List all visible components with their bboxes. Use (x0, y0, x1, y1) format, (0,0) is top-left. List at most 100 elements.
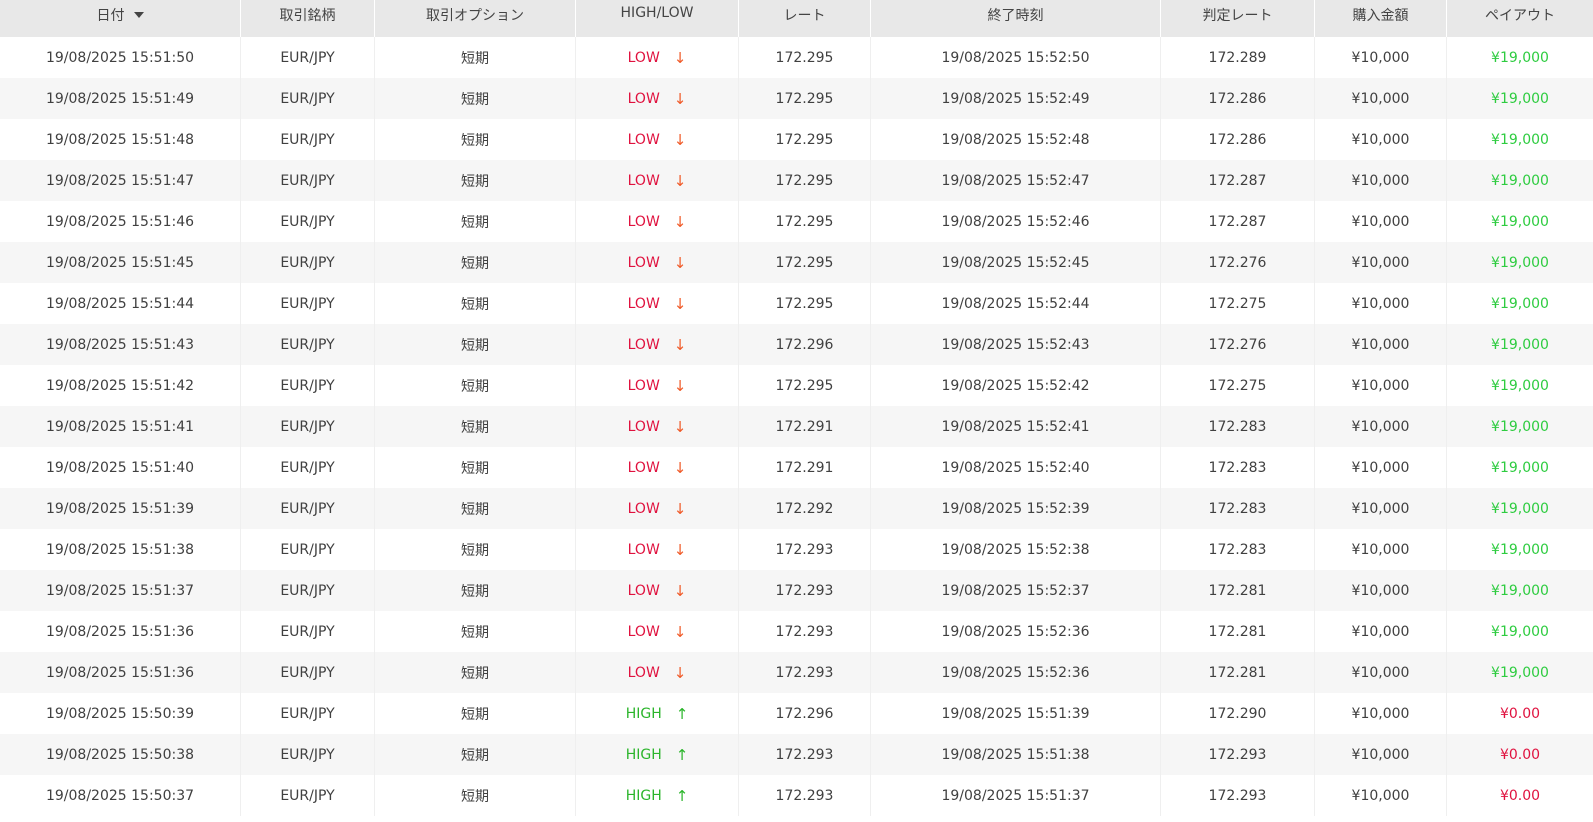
cell-symbol: EUR/JPY (241, 160, 375, 201)
cell-direction: LOW ↓ (576, 242, 739, 283)
direction-arrow-icon: ↓ (673, 622, 687, 641)
cell-option: 短期 (375, 570, 576, 611)
table-row[interactable]: 19/08/2025 15:51:43 EUR/JPY 短期 LOW ↓ 172… (0, 324, 1593, 365)
cell-payout: ¥19,000 (1491, 90, 1549, 107)
direction-indicator: LOW ↓ (628, 131, 687, 149)
cell-payout: ¥19,000 (1491, 131, 1549, 148)
direction-indicator: LOW ↓ (628, 664, 687, 682)
direction-arrow-icon: ↑ (675, 745, 689, 764)
column-header-date[interactable]: 日付 (0, 0, 241, 37)
cell-amount: ¥10,000 (1315, 78, 1447, 119)
direction-arrow-icon: ↓ (673, 458, 687, 477)
cell-date: 19/08/2025 15:51:36 (0, 652, 241, 693)
cell-amount: ¥10,000 (1315, 652, 1447, 693)
direction-arrow-icon: ↓ (673, 540, 687, 559)
cell-date: 19/08/2025 15:51:36 (0, 611, 241, 652)
table-row[interactable]: 19/08/2025 15:51:44 EUR/JPY 短期 LOW ↓ 172… (0, 283, 1593, 324)
cell-payout: ¥0.00 (1499, 787, 1541, 804)
cell-amount: ¥10,000 (1315, 488, 1447, 529)
cell-symbol: EUR/JPY (241, 611, 375, 652)
cell-end-time: 19/08/2025 15:52:50 (871, 37, 1161, 78)
direction-label: LOW (627, 131, 660, 148)
direction-label: LOW (627, 213, 660, 230)
cell-end-time: 19/08/2025 15:52:37 (871, 570, 1161, 611)
cell-option: 短期 (375, 775, 576, 816)
cell-end-time: 19/08/2025 15:52:36 (871, 611, 1161, 652)
column-header-option: 取引オプション (375, 0, 576, 37)
cell-end-time: 19/08/2025 15:52:46 (871, 201, 1161, 242)
cell-rate: 172.295 (739, 160, 871, 201)
cell-date: 19/08/2025 15:51:37 (0, 570, 241, 611)
cell-amount: ¥10,000 (1315, 242, 1447, 283)
table-row[interactable]: 19/08/2025 15:51:42 EUR/JPY 短期 LOW ↓ 172… (0, 365, 1593, 406)
table-row[interactable]: 19/08/2025 15:51:39 EUR/JPY 短期 LOW ↓ 172… (0, 488, 1593, 529)
cell-direction: LOW ↓ (576, 324, 739, 365)
cell-payout: ¥19,000 (1491, 254, 1549, 271)
cell-end-time: 19/08/2025 15:51:38 (871, 734, 1161, 775)
table-row[interactable]: 19/08/2025 15:50:39 EUR/JPY 短期 HIGH ↑ 17… (0, 693, 1593, 734)
sort-down-icon[interactable] (133, 12, 144, 18)
cell-date: 19/08/2025 15:51:42 (0, 365, 241, 406)
cell-judge-rate: 172.281 (1161, 652, 1315, 693)
cell-date: 19/08/2025 15:51:48 (0, 119, 241, 160)
cell-symbol: EUR/JPY (241, 324, 375, 365)
cell-payout: ¥19,000 (1491, 541, 1549, 558)
cell-end-time: 19/08/2025 15:52:39 (871, 488, 1161, 529)
cell-end-time: 19/08/2025 15:52:47 (871, 160, 1161, 201)
cell-judge-rate: 172.289 (1161, 37, 1315, 78)
cell-rate: 172.293 (739, 775, 871, 816)
cell-end-time: 19/08/2025 15:51:37 (871, 775, 1161, 816)
cell-rate: 172.293 (739, 529, 871, 570)
direction-label: HIGH (625, 705, 662, 722)
cell-payout: ¥19,000 (1491, 213, 1549, 230)
direction-indicator: LOW ↓ (628, 418, 687, 436)
table-row[interactable]: 19/08/2025 15:51:36 EUR/JPY 短期 LOW ↓ 172… (0, 652, 1593, 693)
cell-judge-rate: 172.275 (1161, 283, 1315, 324)
table-row[interactable]: 19/08/2025 15:51:45 EUR/JPY 短期 LOW ↓ 172… (0, 242, 1593, 283)
table-row[interactable]: 19/08/2025 15:51:37 EUR/JPY 短期 LOW ↓ 172… (0, 570, 1593, 611)
table-row[interactable]: 19/08/2025 15:50:37 EUR/JPY 短期 HIGH ↑ 17… (0, 775, 1593, 816)
table-row[interactable]: 19/08/2025 15:51:38 EUR/JPY 短期 LOW ↓ 172… (0, 529, 1593, 570)
cell-date: 19/08/2025 15:50:38 (0, 734, 241, 775)
table-row[interactable]: 19/08/2025 15:51:41 EUR/JPY 短期 LOW ↓ 172… (0, 406, 1593, 447)
cell-rate: 172.293 (739, 652, 871, 693)
table-row[interactable]: 19/08/2025 15:51:50 EUR/JPY 短期 LOW ↓ 172… (0, 37, 1593, 78)
cell-option: 短期 (375, 611, 576, 652)
cell-judge-rate: 172.283 (1161, 488, 1315, 529)
table-row[interactable]: 19/08/2025 15:51:36 EUR/JPY 短期 LOW ↓ 172… (0, 611, 1593, 652)
table-row[interactable]: 19/08/2025 15:51:48 EUR/JPY 短期 LOW ↓ 172… (0, 119, 1593, 160)
cell-date: 19/08/2025 15:51:45 (0, 242, 241, 283)
cell-option: 短期 (375, 693, 576, 734)
cell-date: 19/08/2025 15:51:38 (0, 529, 241, 570)
cell-payout: ¥19,000 (1491, 664, 1549, 681)
table-row[interactable]: 19/08/2025 15:50:38 EUR/JPY 短期 HIGH ↑ 17… (0, 734, 1593, 775)
cell-symbol: EUR/JPY (241, 37, 375, 78)
cell-payout: ¥19,000 (1491, 377, 1549, 394)
direction-label: LOW (627, 500, 660, 517)
cell-end-time: 19/08/2025 15:52:45 (871, 242, 1161, 283)
cell-judge-rate: 172.276 (1161, 324, 1315, 365)
cell-option: 短期 (375, 324, 576, 365)
direction-indicator: LOW ↓ (628, 295, 687, 313)
direction-indicator: LOW ↓ (628, 90, 687, 108)
column-header-date-label: 日付 (96, 8, 125, 24)
direction-label: LOW (627, 459, 660, 476)
cell-judge-rate: 172.293 (1161, 734, 1315, 775)
direction-arrow-icon: ↑ (675, 704, 689, 723)
table-row[interactable]: 19/08/2025 15:51:40 EUR/JPY 短期 LOW ↓ 172… (0, 447, 1593, 488)
column-header-symbol: 取引銘柄 (241, 0, 375, 37)
cell-amount: ¥10,000 (1315, 37, 1447, 78)
cell-payout: ¥19,000 (1491, 582, 1549, 599)
column-header-direction: HIGH/LOW (576, 0, 739, 37)
direction-indicator: HIGH ↑ (626, 705, 689, 723)
table-row[interactable]: 19/08/2025 15:51:46 EUR/JPY 短期 LOW ↓ 172… (0, 201, 1593, 242)
direction-label: LOW (627, 336, 660, 353)
cell-symbol: EUR/JPY (241, 242, 375, 283)
table-row[interactable]: 19/08/2025 15:51:49 EUR/JPY 短期 LOW ↓ 172… (0, 78, 1593, 119)
cell-rate: 172.296 (739, 324, 871, 365)
cell-option: 短期 (375, 37, 576, 78)
direction-arrow-icon: ↓ (673, 499, 687, 518)
cell-amount: ¥10,000 (1315, 119, 1447, 160)
direction-arrow-icon: ↓ (673, 417, 687, 436)
table-row[interactable]: 19/08/2025 15:51:47 EUR/JPY 短期 LOW ↓ 172… (0, 160, 1593, 201)
